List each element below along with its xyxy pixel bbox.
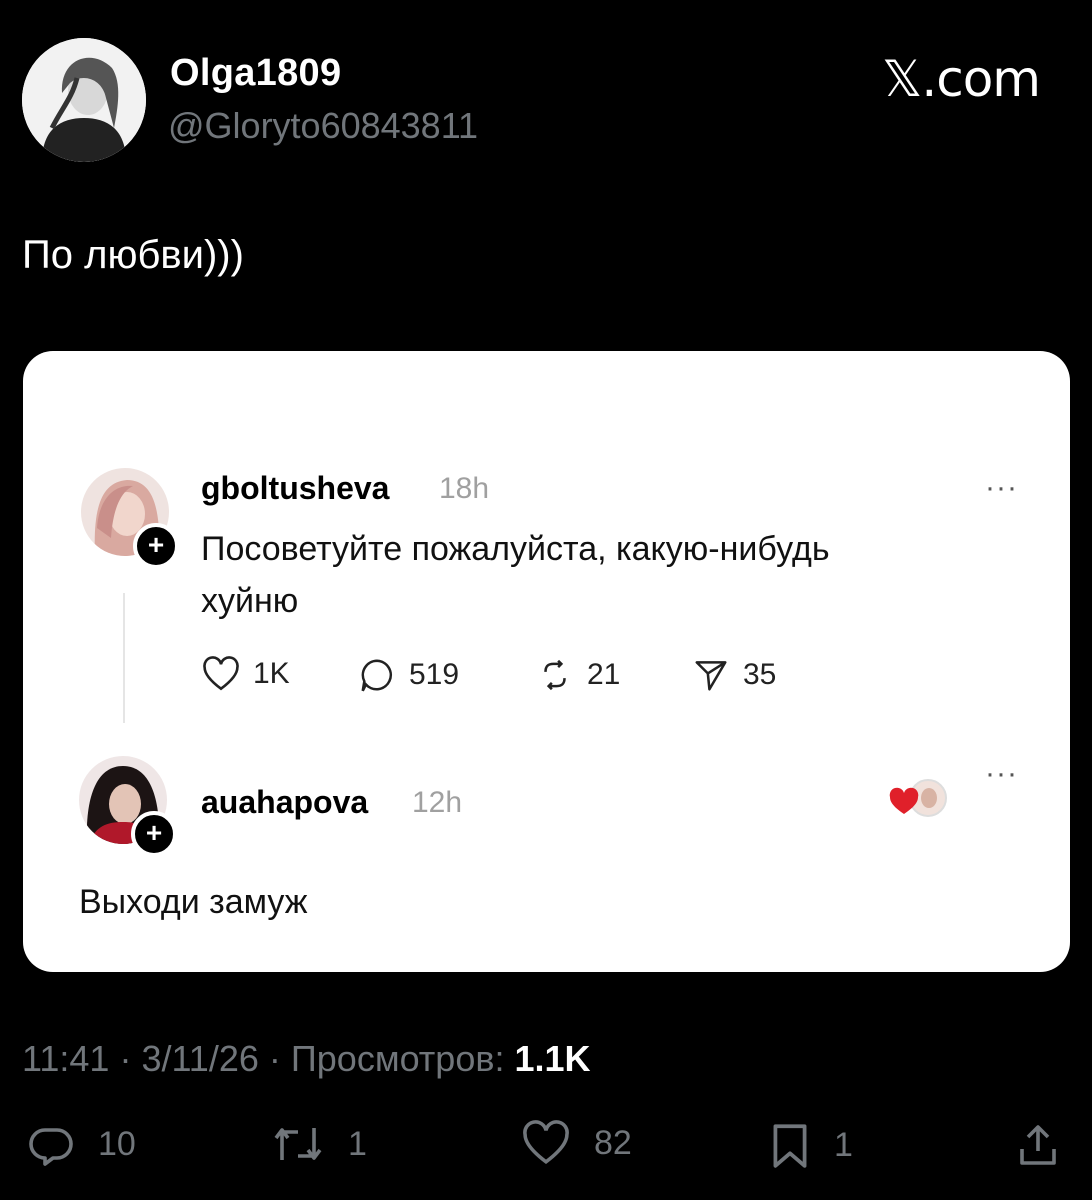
avatar-image [22, 38, 146, 162]
post-replies: 519 [409, 658, 460, 691]
post-username: gboltusheva [201, 470, 390, 506]
repost-button[interactable]: 1 [270, 1120, 367, 1168]
user-handle[interactable]: @Gloryto60843811 [168, 105, 478, 147]
post-shares: 35 [743, 658, 777, 691]
share-icon [1020, 1125, 1056, 1165]
comment-icon [361, 659, 393, 692]
share-button[interactable] [1014, 1120, 1084, 1170]
repost-count: 1 [348, 1124, 367, 1163]
bookmark-icon [773, 1124, 807, 1168]
thread-line [123, 593, 125, 723]
repost-loop-icon [544, 659, 566, 691]
profile-avatar[interactable] [22, 38, 146, 162]
heart-outline-icon [203, 656, 239, 691]
post-likes: 1K [253, 657, 290, 690]
reply-icon [29, 1128, 73, 1166]
display-name[interactable]: Olga1809 [170, 52, 341, 95]
post-text-line2: хуйню [201, 582, 299, 620]
like-icon [523, 1120, 569, 1165]
reply-button[interactable]: 10 [26, 1120, 136, 1168]
tweet-meta: 11:41 · 3/11/26 · Просмотров: 1.1K [22, 1038, 591, 1079]
bookmark-button[interactable]: 1 [768, 1120, 853, 1170]
reply-username: auahapova [201, 784, 369, 820]
reply-count: 10 [98, 1124, 136, 1163]
reply-time: 12h [412, 786, 463, 819]
post-reply-stat: 519 [357, 656, 459, 694]
post-text-line1: Посоветуйте пожалуйста, какую-нибудь [201, 530, 830, 568]
brand-watermark: 𝕏.com [882, 50, 1041, 108]
post-like-stat: 1K [201, 656, 290, 692]
tweet-text: По любви))) [22, 233, 244, 277]
views-count[interactable]: 1.1K [514, 1038, 590, 1079]
post-repost-stat: 21 [535, 656, 620, 694]
liked-by-author-icon [888, 776, 950, 822]
like-count: 82 [594, 1123, 632, 1162]
post-more-icon: ··· [985, 471, 1018, 504]
post-reposts: 21 [587, 658, 621, 691]
send-icon [695, 661, 727, 691]
reply-text: Выходи замуж [79, 883, 308, 921]
tweet-time: 11:41 [22, 1038, 110, 1079]
like-button[interactable]: 82 [520, 1120, 632, 1166]
views-label: Просмотров: [290, 1038, 505, 1079]
action-bar: 10 1 82 1 [0, 1120, 1092, 1180]
bookmark-count: 1 [834, 1125, 853, 1164]
reply-more-icon: ··· [985, 757, 1018, 790]
post-time: 18h [439, 472, 490, 505]
repost-icon [274, 1128, 322, 1160]
follow-plus-icon[interactable]: + [133, 523, 179, 569]
reply-follow-plus-icon[interactable]: + [131, 811, 177, 857]
tweet-date: 3/11/26 [141, 1038, 259, 1079]
post-share-stat: 35 [691, 656, 776, 694]
embedded-image-card[interactable]: + gboltusheva 18h ··· Посоветуйте пожалу… [23, 351, 1070, 972]
